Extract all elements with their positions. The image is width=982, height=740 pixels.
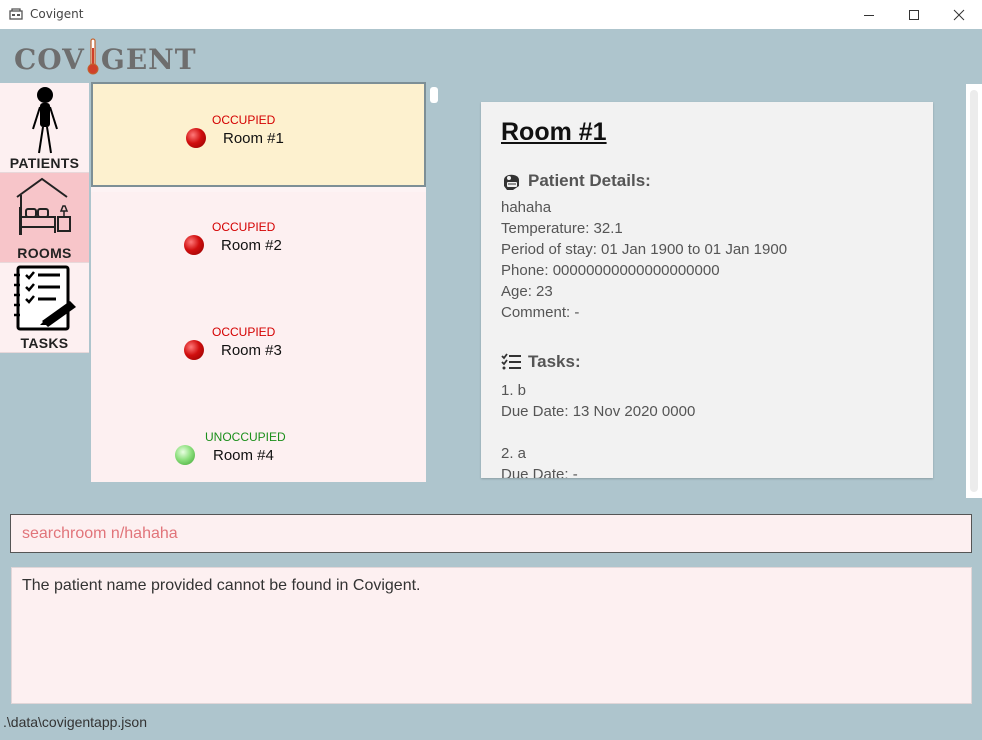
patient-phone: Phone: 00000000000000000000 [501,262,720,279]
patient-comment: Comment: - [501,304,580,321]
checklist-icon [13,265,76,331]
result-message: The patient name provided cannot be foun… [22,577,421,594]
task-list-icon [501,353,521,370]
room-list-scrollbar[interactable] [430,87,438,103]
command-input[interactable] [10,514,972,553]
nav-rooms[interactable]: ROOMS [0,173,89,263]
detail-scrollbar-thumb[interactable] [970,90,978,492]
patient-age: Age: 23 [501,283,553,300]
room-status: OCCUPIED [212,325,276,339]
patient-details-label: Patient Details: [528,170,651,190]
side-navigation: PATIENTS ROOMS TASKS [0,83,89,353]
nav-tasks[interactable]: TASKS [0,263,89,353]
result-display: The patient name provided cannot be foun… [11,567,972,704]
unoccupied-indicator-icon [175,445,195,465]
room-detail-title: Room #1 [501,118,607,146]
task-item: 1. b [501,382,527,399]
task-due-date: Due Date: 13 Nov 2020 0000 [501,403,696,420]
occupied-indicator-icon [184,340,204,360]
nav-patients[interactable]: PATIENTS [0,83,89,173]
room-card[interactable]: OCCUPIED Room #3 [91,297,426,402]
room-status: OCCUPIED [212,113,276,127]
task-item: 2. a [501,445,527,462]
room-list[interactable]: OCCUPIED Room #1 OCCUPIED Room #2 OCCUPI… [91,82,426,482]
patient-details-heading: Patient Details: [501,170,651,191]
tasks-label: Tasks: [528,352,581,371]
app-logo: COV GENT [14,36,197,76]
room-name: Room #2 [221,237,282,254]
logo-text-left: COV [14,43,85,76]
maximize-button[interactable] [891,0,937,29]
patient-period-of-stay: Period of stay: 01 Jan 1900 to 01 Jan 19… [501,241,788,258]
patient-name: hahaha [501,199,552,216]
room-detail-panel: Room #1 Patient Details: hahaha Temperat… [481,102,933,478]
room-status: OCCUPIED [212,220,276,234]
close-icon [953,9,965,20]
occupied-indicator-icon [186,128,206,148]
minimize-icon [864,14,874,16]
window-title: Covigent [30,7,84,21]
occupied-indicator-icon [184,235,204,255]
patient-temperature: Temperature: 32.1 [501,220,623,237]
patient-icon [31,87,58,154]
room-status: UNOCCUPIED [205,430,286,444]
nav-patients-label: PATIENTS [9,155,80,171]
minimize-button[interactable] [846,0,892,29]
room-card[interactable]: UNOCCUPIED Room #4 [91,402,426,482]
room-card[interactable]: OCCUPIED Room #1 [91,82,426,187]
room-name: Room #3 [221,342,282,359]
room-card[interactable]: OCCUPIED Room #2 [91,192,426,297]
thermometer-icon [86,38,100,76]
patient-mask-icon [504,174,519,190]
task-due-date: Due Date: - [501,466,578,478]
title-bar: Covigent [0,0,982,29]
status-bar-file-path: .\data\covigentapp.json [3,714,147,730]
room-name: Room #4 [213,447,274,464]
app-icon [9,8,23,20]
close-button[interactable] [936,0,982,29]
nav-rooms-label: ROOMS [17,245,72,261]
detail-scrollbar[interactable] [966,84,982,498]
tasks-heading: Tasks: [501,352,581,372]
room-name: Room #1 [223,130,284,147]
nav-tasks-label: TASKS [20,335,69,351]
logo-text-right: GENT [100,43,197,76]
maximize-icon [909,9,919,20]
bedroom-icon [15,177,71,235]
